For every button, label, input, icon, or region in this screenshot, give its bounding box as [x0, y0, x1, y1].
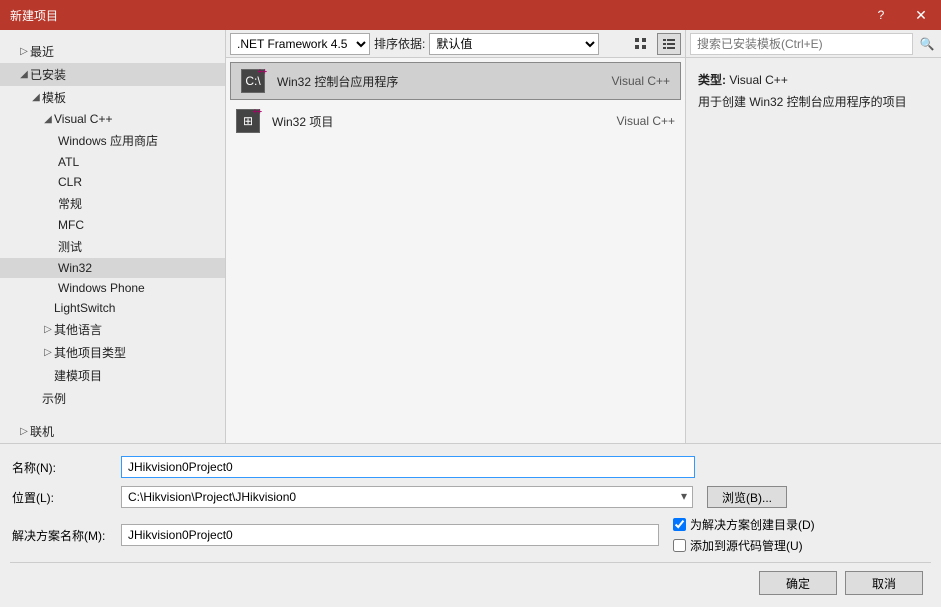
tree-vcpp[interactable]: ◢Visual C++ — [0, 109, 225, 129]
template-lang: Visual C++ — [612, 74, 670, 88]
project-form: 名称(N): 位置(L): 浏览(B)... 解决方案名称(M): 为解决方案创… — [0, 443, 941, 607]
location-input[interactable] — [121, 486, 693, 508]
category-tree: ▷最近 ◢已安装 ◢模板 ◢Visual C++ Windows 应用商店 AT… — [0, 30, 225, 443]
tree-vcpp-child[interactable]: 常规 — [0, 192, 225, 215]
ok-button[interactable]: 确定 — [759, 571, 837, 595]
tree-vcpp-child[interactable]: Windows Phone — [0, 278, 225, 298]
solution-input[interactable] — [121, 524, 659, 546]
tree-vcpp-child[interactable]: MFC — [0, 215, 225, 235]
template-item[interactable]: ⊞ Win32 项目 Visual C++ — [226, 102, 685, 140]
tree-online[interactable]: ▷联机 — [0, 420, 225, 443]
tree-lightswitch[interactable]: ▷LightSwitch — [0, 298, 225, 318]
tree-samples[interactable]: 示例 — [0, 387, 225, 410]
template-pane: .NET Framework 4.5 排序依据: 默认值 C:\ Win32 控… — [225, 30, 686, 443]
framework-select[interactable]: .NET Framework 4.5 — [230, 33, 370, 55]
search-bar: 🔍 — [686, 30, 941, 58]
help-button[interactable]: ? — [861, 0, 901, 30]
template-item[interactable]: C:\ Win32 控制台应用程序 Visual C++ — [230, 62, 681, 100]
tree-modeling[interactable]: ▷建模项目 — [0, 364, 225, 387]
tree-other-lang[interactable]: ▷其他语言 — [0, 318, 225, 341]
tree-vcpp-child[interactable]: CLR — [0, 172, 225, 192]
search-input[interactable] — [690, 33, 913, 55]
name-label: 名称(N): — [10, 459, 115, 476]
detail-pane: 🔍 类型: Visual C++ 用于创建 Win32 控制台应用程序的项目 — [686, 30, 941, 443]
tree-other-proj[interactable]: ▷其他项目类型 — [0, 341, 225, 364]
search-icon[interactable]: 🔍 — [917, 37, 937, 51]
location-label: 位置(L): — [10, 489, 115, 506]
sort-select[interactable]: 默认值 — [429, 33, 599, 55]
view-list-icon[interactable] — [657, 33, 681, 55]
tree-recent[interactable]: ▷最近 — [0, 40, 225, 63]
template-icon: C:\ — [241, 69, 265, 93]
cancel-button[interactable]: 取消 — [845, 571, 923, 595]
tree-vcpp-child[interactable]: 测试 — [0, 235, 225, 258]
close-button[interactable]: ✕ — [901, 0, 941, 30]
template-list: C:\ Win32 控制台应用程序 Visual C++ ⊞ Win32 项目 … — [226, 58, 685, 443]
window-title: 新建项目 — [10, 7, 861, 24]
create-dir-checkbox[interactable]: 为解决方案创建目录(D) — [673, 516, 815, 533]
tree-vcpp-child[interactable]: Windows 应用商店 — [0, 129, 225, 152]
tree-vcpp-win32[interactable]: Win32 — [0, 258, 225, 278]
template-icon: ⊞ — [236, 109, 260, 133]
browse-button[interactable]: 浏览(B)... — [707, 486, 787, 508]
template-description: 类型: Visual C++ 用于创建 Win32 控制台应用程序的项目 — [686, 58, 941, 125]
source-control-checkbox[interactable]: 添加到源代码管理(U) — [673, 537, 815, 554]
toolbar: .NET Framework 4.5 排序依据: 默认值 — [226, 30, 685, 58]
template-name: Win32 控制台应用程序 — [277, 73, 600, 90]
tree-installed[interactable]: ◢已安装 — [0, 63, 225, 86]
tree-vcpp-child[interactable]: ATL — [0, 152, 225, 172]
sort-label: 排序依据: — [374, 35, 425, 52]
template-lang: Visual C++ — [617, 114, 675, 128]
titlebar: 新建项目 ? ✕ — [0, 0, 941, 30]
view-small-icon[interactable] — [629, 33, 653, 55]
solution-label: 解决方案名称(M): — [10, 527, 115, 544]
tree-templates[interactable]: ◢模板 — [0, 86, 225, 109]
name-input[interactable] — [121, 456, 695, 478]
template-name: Win32 项目 — [272, 113, 605, 130]
